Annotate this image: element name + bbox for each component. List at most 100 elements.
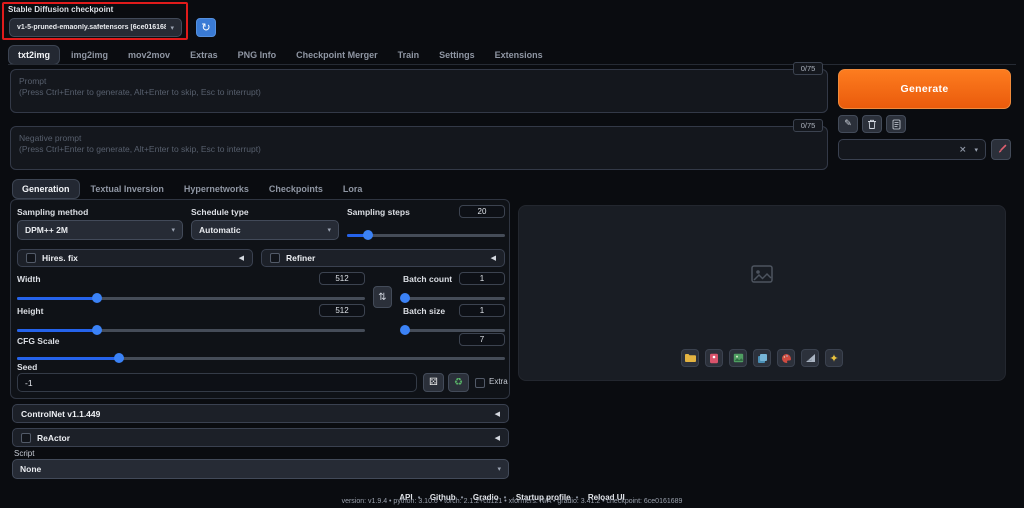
save-zip-button[interactable] bbox=[729, 349, 747, 367]
subtab-textual-inversion[interactable]: Textual Inversion bbox=[82, 180, 173, 198]
batch-count-value[interactable]: 1 bbox=[459, 272, 505, 285]
refiner-checkbox[interactable] bbox=[270, 253, 280, 263]
sampling-method-dropdown[interactable]: DPM++ 2M ▾ bbox=[17, 220, 183, 240]
tab-train[interactable]: Train bbox=[389, 46, 429, 64]
folder-icon bbox=[685, 354, 696, 362]
negative-prompt-input[interactable]: Negative prompt (Press Ctrl+Enter to gen… bbox=[10, 126, 828, 170]
script-dropdown[interactable]: None ▾ bbox=[12, 459, 509, 479]
chevron-down-icon: ▾ bbox=[170, 23, 174, 32]
subtab-lora[interactable]: Lora bbox=[334, 180, 372, 198]
seed-input[interactable] bbox=[17, 373, 417, 392]
controlnet-accordion[interactable]: ControlNet v1.1.449 ◀ bbox=[12, 404, 509, 423]
slider-handle[interactable] bbox=[400, 325, 411, 335]
tab-txt2img[interactable]: txt2img bbox=[8, 45, 61, 65]
trash-button[interactable] bbox=[862, 115, 882, 133]
pencil-icon: ✎ bbox=[844, 119, 852, 129]
sparkles-button[interactable]: ✦ bbox=[825, 349, 843, 367]
sparkles-icon: ✦ bbox=[829, 351, 839, 365]
prompt-input[interactable]: Prompt (Press Ctrl+Enter to generate, Al… bbox=[10, 69, 828, 113]
controlnet-label: ControlNet v1.1.449 bbox=[21, 408, 101, 419]
tab-mov2mov[interactable]: mov2mov bbox=[119, 46, 179, 64]
main-tabs: txt2img img2img mov2mov Extras PNG Info … bbox=[8, 45, 552, 65]
subtab-generation[interactable]: Generation bbox=[12, 179, 80, 199]
seed-extra-checkbox[interactable] bbox=[475, 378, 485, 388]
negative-placeholder-hint: (Press Ctrl+Enter to generate, Alt+Enter… bbox=[19, 144, 261, 154]
height-value[interactable]: 512 bbox=[319, 304, 365, 317]
slider-handle[interactable] bbox=[114, 353, 125, 363]
tab-extensions[interactable]: Extensions bbox=[486, 46, 552, 64]
pencil-button[interactable]: ✎ bbox=[838, 115, 858, 133]
batch-size-value[interactable]: 1 bbox=[459, 304, 505, 317]
checkpoint-value: v1-5-pruned-emaonly.safetensors [6ce0161… bbox=[17, 24, 167, 31]
script-label: Script bbox=[14, 449, 35, 458]
sampling-method-label: Sampling method bbox=[17, 207, 89, 217]
palette-icon bbox=[781, 353, 791, 363]
cfg-scale-value[interactable]: 7 bbox=[459, 333, 505, 346]
notepad-icon bbox=[892, 119, 900, 129]
notepad-button[interactable] bbox=[886, 115, 906, 133]
width-label: Width bbox=[17, 274, 41, 284]
slider-handle[interactable] bbox=[92, 293, 103, 303]
random-seed-button[interactable]: ⚄ bbox=[423, 373, 444, 392]
subtab-hypernetworks[interactable]: Hypernetworks bbox=[175, 180, 258, 198]
swap-icon: ⇅ bbox=[378, 291, 387, 303]
slider-fill bbox=[17, 297, 98, 300]
cfg-scale-slider[interactable] bbox=[17, 353, 505, 363]
reactor-accordion[interactable]: ReActor ◀ bbox=[12, 428, 509, 447]
prompt-token-counter: 0/75 bbox=[793, 62, 823, 75]
collapsed-arrow-icon: ◀ bbox=[494, 409, 500, 418]
frames-icon bbox=[757, 353, 767, 363]
collapsed-arrow-icon: ◀ bbox=[238, 254, 244, 262]
tab-checkpoint-merger[interactable]: Checkpoint Merger bbox=[287, 46, 387, 64]
image-placeholder-icon bbox=[751, 265, 773, 283]
sampling-steps-value[interactable]: 20 bbox=[459, 205, 505, 218]
edit-styles-button[interactable] bbox=[991, 139, 1011, 160]
reuse-seed-button[interactable]: ♻ bbox=[448, 373, 469, 392]
recycle-icon: ♻ bbox=[454, 377, 463, 388]
checkpoint-dropdown[interactable]: v1-5-pruned-emaonly.safetensors [6ce0161… bbox=[9, 18, 182, 37]
tab-img2img[interactable]: img2img bbox=[62, 46, 117, 64]
chevron-down-icon: ▾ bbox=[327, 226, 331, 234]
hires-fix-accordion[interactable]: Hires. fix ◀ bbox=[17, 249, 253, 267]
width-slider[interactable] bbox=[17, 293, 365, 303]
generate-button[interactable]: Generate bbox=[838, 69, 1011, 109]
width-value[interactable]: 512 bbox=[319, 272, 365, 285]
send-to-extras-button[interactable] bbox=[801, 349, 819, 367]
slider-handle[interactable] bbox=[362, 230, 373, 240]
swap-dimensions-button[interactable]: ⇅ bbox=[373, 286, 392, 308]
height-label: Height bbox=[17, 306, 44, 316]
subtab-checkpoints[interactable]: Checkpoints bbox=[260, 180, 332, 198]
sampling-method-value: DPM++ 2M bbox=[25, 225, 68, 235]
open-folder-button[interactable] bbox=[681, 349, 699, 367]
send-to-inpaint-button[interactable] bbox=[777, 349, 795, 367]
styles-dropdown[interactable]: × ▾ bbox=[838, 139, 986, 160]
save-image-button[interactable] bbox=[705, 349, 723, 367]
version-info: version: v1.9.4 • python: 3.10.6 • torch… bbox=[341, 498, 683, 505]
collapsed-arrow-icon: ◀ bbox=[490, 254, 496, 262]
refiner-accordion[interactable]: Refiner ◀ bbox=[261, 249, 505, 267]
negative-placeholder-title: Negative prompt bbox=[19, 133, 82, 143]
tab-settings[interactable]: Settings bbox=[430, 46, 484, 64]
generation-panel: Sampling method DPM++ 2M ▾ Schedule type… bbox=[10, 199, 510, 399]
reactor-checkbox[interactable] bbox=[21, 432, 31, 443]
refresh-checkpoint-button[interactable]: ↻ bbox=[196, 18, 216, 37]
sampling-steps-label: Sampling steps bbox=[347, 207, 410, 217]
gallery-buttons: ✦ bbox=[681, 349, 843, 367]
script-value: None bbox=[20, 464, 42, 474]
slider-handle[interactable] bbox=[400, 293, 411, 303]
chevron-down-icon: ▾ bbox=[974, 145, 978, 154]
hires-fix-checkbox[interactable] bbox=[26, 253, 36, 263]
slider-handle[interactable] bbox=[92, 325, 103, 335]
batch-size-label: Batch size bbox=[403, 306, 446, 316]
checkpoint-label: Stable Diffusion checkpoint bbox=[8, 5, 114, 14]
send-to-img2img-button[interactable] bbox=[753, 349, 771, 367]
reactor-label: ReActor bbox=[37, 432, 71, 443]
tab-png-info[interactable]: PNG Info bbox=[229, 46, 286, 64]
batch-count-slider[interactable] bbox=[400, 293, 505, 303]
chevron-down-icon: ▾ bbox=[171, 226, 175, 234]
sampling-steps-slider[interactable] bbox=[347, 230, 505, 240]
height-slider[interactable] bbox=[17, 325, 365, 335]
clear-icon[interactable]: × bbox=[955, 145, 967, 155]
schedule-type-dropdown[interactable]: Automatic ▾ bbox=[191, 220, 339, 240]
tab-extras[interactable]: Extras bbox=[181, 46, 227, 64]
